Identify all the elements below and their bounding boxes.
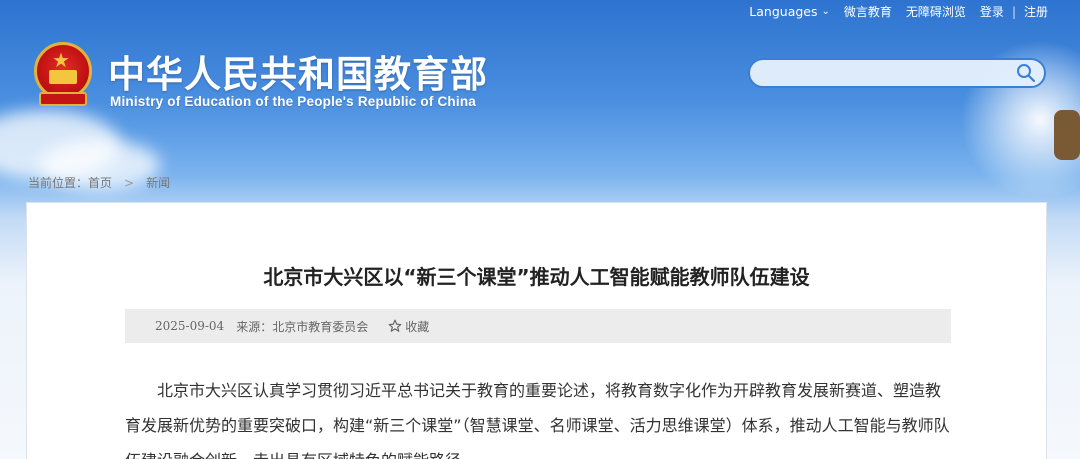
favorite-button[interactable]: 收藏 <box>388 318 429 335</box>
breadcrumb-label: 当前位置： <box>28 176 89 190</box>
favorite-label: 收藏 <box>405 319 430 334</box>
site-name-en: Ministry of Education of the People's Re… <box>110 94 476 109</box>
search-input[interactable] <box>762 64 1012 84</box>
breadcrumb-home[interactable]: 首页 <box>88 174 112 191</box>
article-card: 北京市大兴区以“新三个课堂”推动人工智能赋能教师队伍建设 2025-09-04 … <box>26 202 1047 459</box>
login-link[interactable]: 登录 <box>980 3 1004 20</box>
accessibility-link[interactable]: 无障碍浏览 <box>906 3 966 20</box>
search-icon[interactable] <box>1016 63 1036 83</box>
article-source: 来源：北京市教育委员会 <box>236 319 369 334</box>
dandelion-stem-decoration <box>1054 110 1080 160</box>
nav-divider: | <box>1011 4 1016 19</box>
star-outline-icon <box>388 319 402 332</box>
article-title: 北京市大兴区以“新三个课堂”推动人工智能赋能教师队伍建设 <box>263 265 810 289</box>
search-box <box>748 58 1046 88</box>
national-emblem-logo: ★ <box>30 40 96 110</box>
top-nav: Languages ⌄ 微言教育 无障碍浏览 登录 | 注册 <box>749 3 1048 20</box>
article-paragraph: 北京市大兴区认真学习贯彻习近平总书记关于教育的重要论述，将教育数字化作为开辟教育… <box>125 381 950 459</box>
site-name-cn: 中华人民共和国教育部 <box>108 53 488 96</box>
publish-date: 2025-09-04 <box>155 319 225 333</box>
breadcrumb: 当前位置： 首页 > 新闻 <box>28 174 170 191</box>
languages-menu[interactable]: Languages <box>749 4 817 19</box>
chevron-down-icon[interactable]: ⌄ <box>822 6 830 17</box>
article-meta-bar: 2025-09-04 来源：北京市教育委员会 收藏 <box>125 309 951 343</box>
breadcrumb-news[interactable]: 新闻 <box>146 174 170 191</box>
weiyan-education-link[interactable]: 微言教育 <box>844 3 892 20</box>
chevron-right-icon: > <box>124 175 135 190</box>
article-body: 北京市大兴区认真学习贯彻习近平总书记关于教育的重要论述，将教育数字化作为开辟教育… <box>125 373 951 459</box>
register-link[interactable]: 注册 <box>1024 3 1048 20</box>
